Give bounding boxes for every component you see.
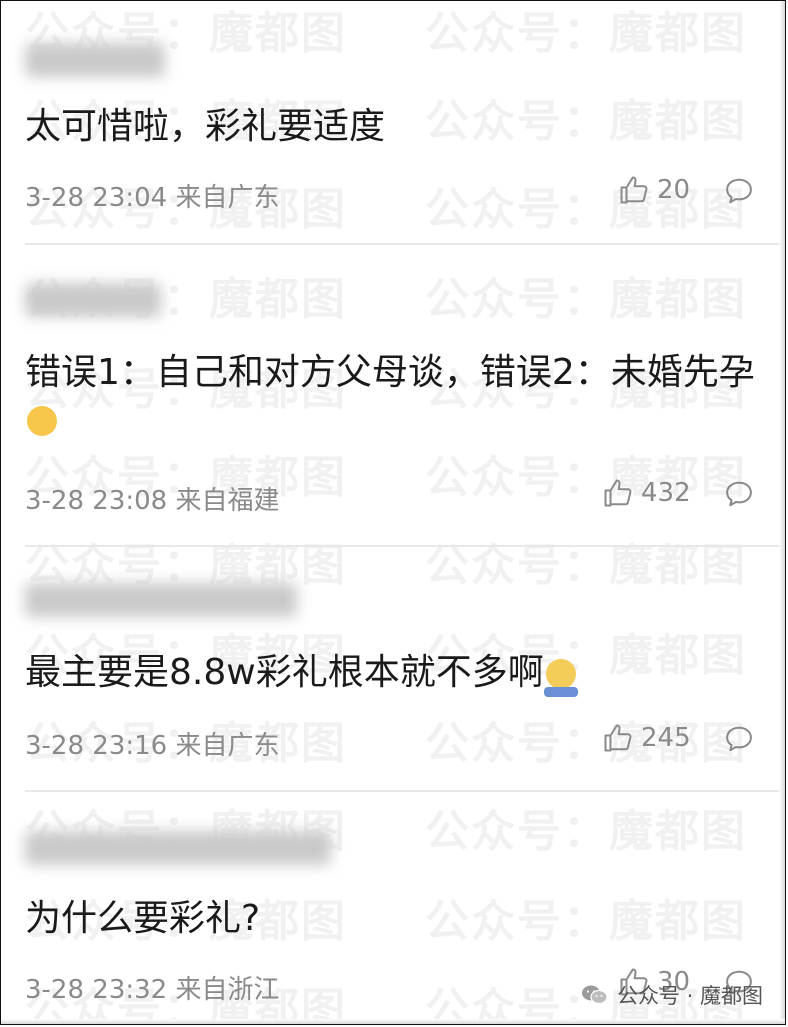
comment-bubble-icon[interactable] <box>723 724 755 754</box>
blurred-username[interactable] <box>25 583 297 617</box>
comment-meta: 3-28 23:16 来自广东 <box>25 731 280 761</box>
like-count: 245 <box>641 723 691 753</box>
comment-item: 太可惜啦，彩礼要适度 3-28 23:04 来自广东 20 <box>1 1 785 245</box>
comment-text: 错误1：自己和对方父母谈，错误2：未婚先孕 <box>25 349 757 443</box>
like-button[interactable]: 432 <box>603 478 691 508</box>
comment-item: 错误1：自己和对方父母谈，错误2：未婚先孕 3-28 23:08 来自福建 43… <box>1 245 785 547</box>
comment-list-screenshot: 公众号：魔都图 公众号：魔都图 公众号：魔都图 公众号：魔都图 公众号：魔都图 … <box>0 0 786 1025</box>
comment-text: 为什么要彩礼? <box>25 898 261 939</box>
thumbs-up-icon <box>620 176 648 204</box>
like-count: 20 <box>657 175 691 205</box>
blurred-username[interactable] <box>25 43 165 77</box>
comment-text: 最主要是8.8w彩礼根本就不多啊 <box>25 649 757 697</box>
wechat-icon <box>581 985 608 1005</box>
comment-bubble-icon[interactable] <box>723 176 755 206</box>
comment-meta: 3-28 23:08 来自福建 <box>25 486 280 516</box>
blurred-username[interactable] <box>25 831 331 865</box>
like-count: 432 <box>641 478 691 508</box>
bottom-edge-shadow <box>1 1019 785 1024</box>
thumbs-up-icon <box>604 724 632 752</box>
blurred-username[interactable] <box>25 283 161 317</box>
comment-meta: 3-28 23:32 来自浙江 <box>25 975 280 1005</box>
thumbs-up-icon <box>604 479 632 507</box>
shrug-emoji-icon <box>543 659 578 697</box>
like-button[interactable]: 245 <box>603 723 691 753</box>
comment-bubble-icon[interactable] <box>723 479 755 509</box>
comment-text: 太可惜啦，彩礼要适度 <box>25 106 386 147</box>
comment-meta: 3-28 23:04 来自广东 <box>25 183 280 213</box>
right-edge-shadow <box>779 1 785 1024</box>
comment-item: 最主要是8.8w彩礼根本就不多啊 3-28 23:16 来自广东 245 <box>1 547 785 792</box>
wechat-brand-label: 公众号 · 魔都图 <box>581 980 763 1010</box>
brand-text: 公众号 · 魔都图 <box>616 984 763 1008</box>
like-button[interactable]: 20 <box>619 175 690 205</box>
crying-laugh-emoji-icon <box>27 406 57 436</box>
